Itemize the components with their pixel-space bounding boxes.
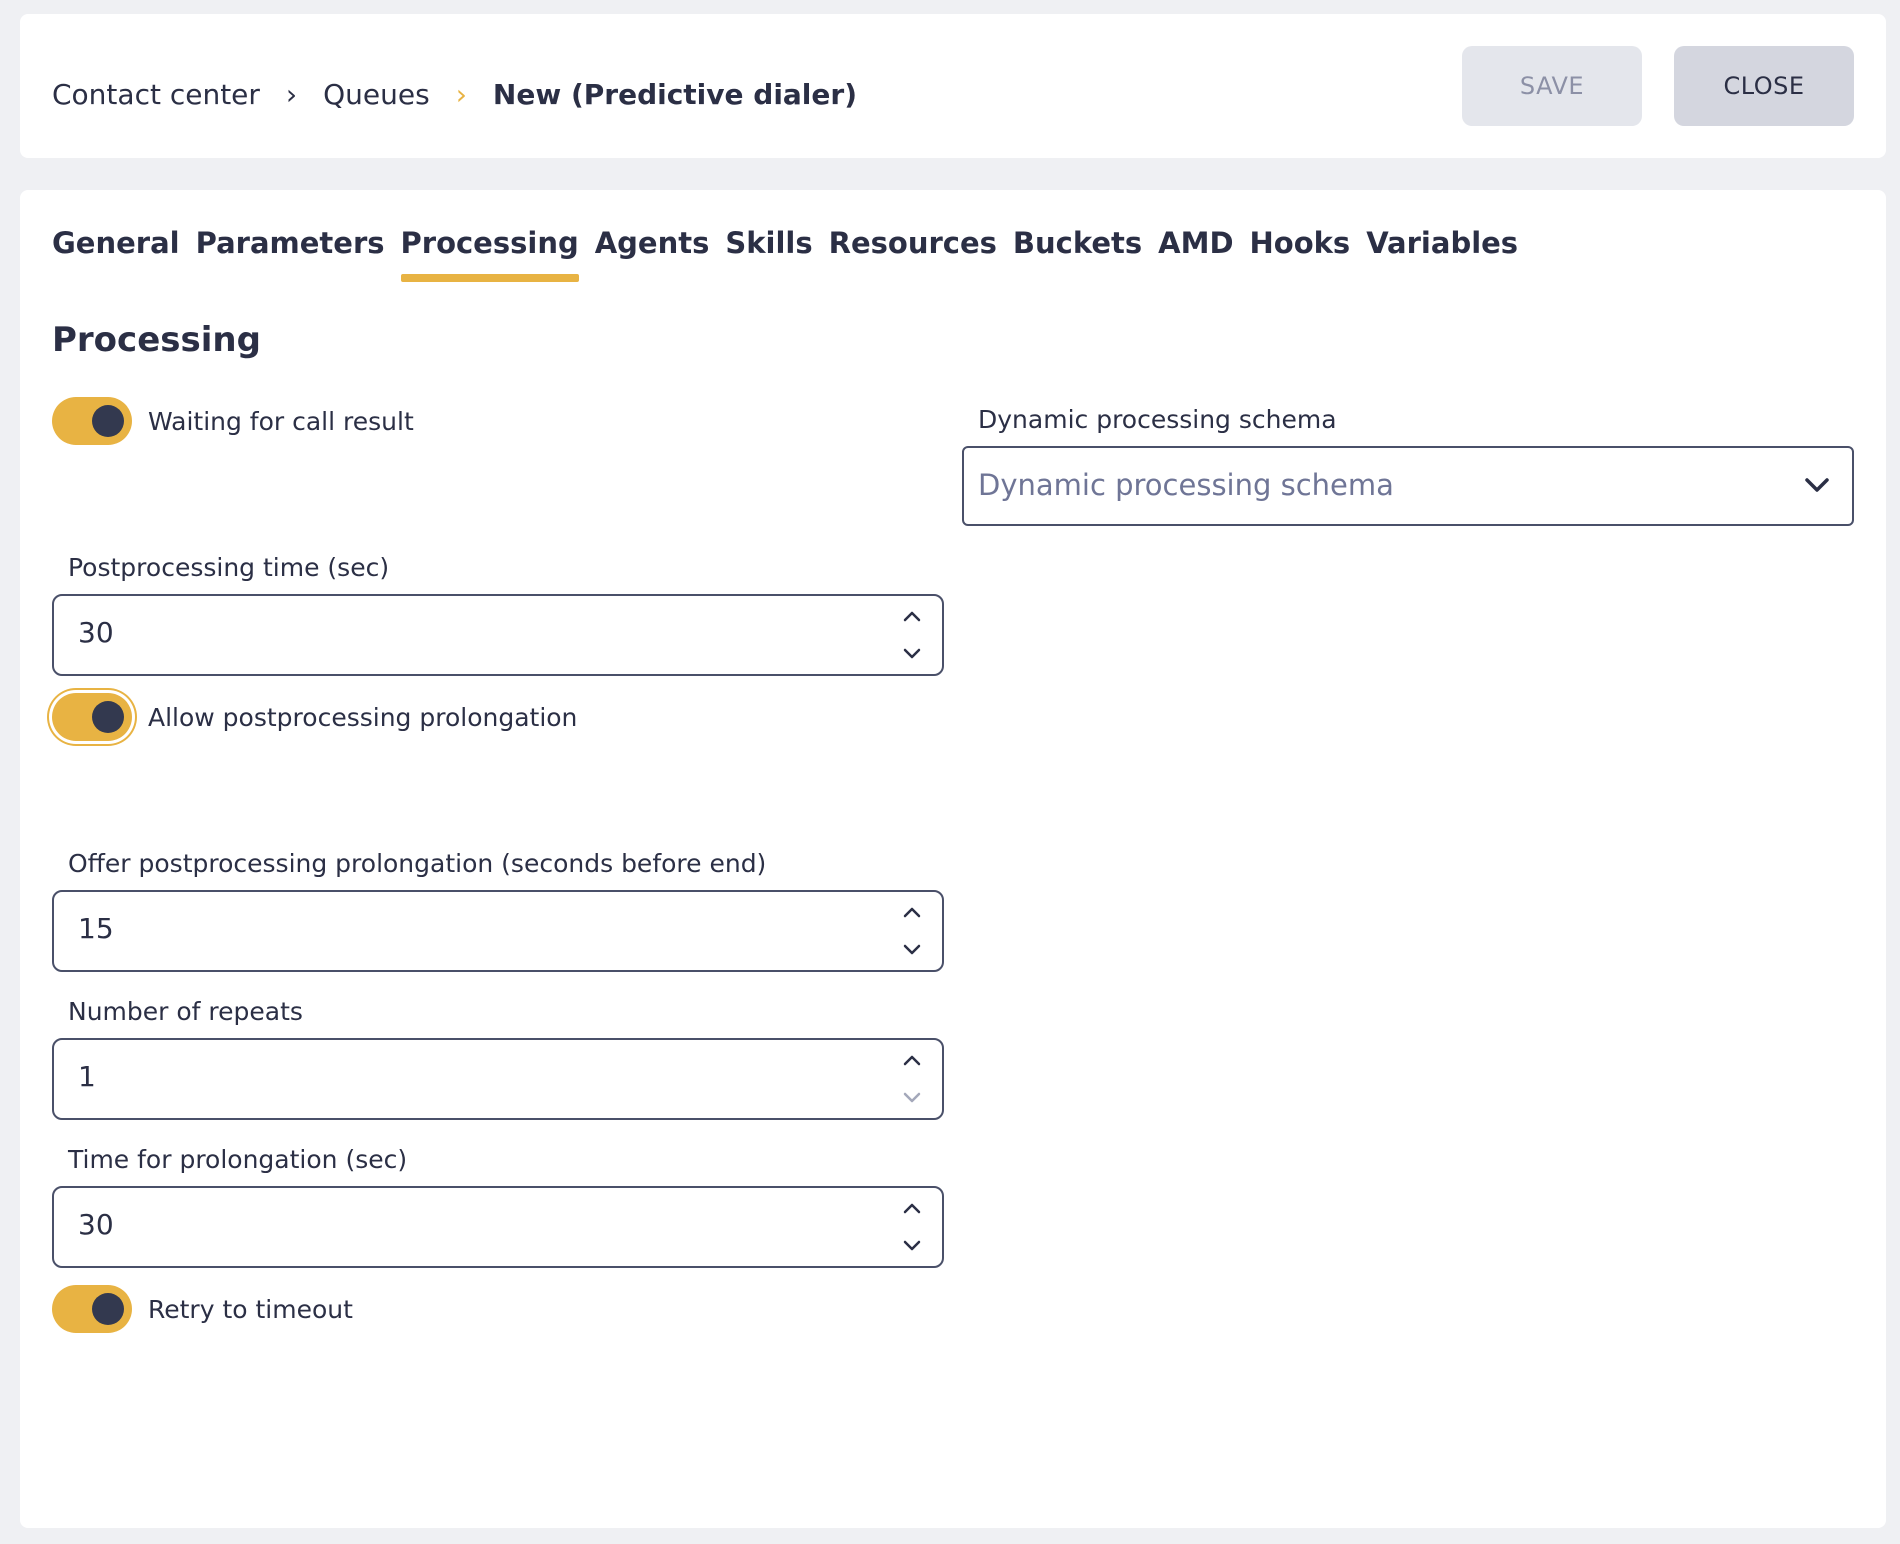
time-for-prolongation-value: 30 (78, 1208, 114, 1241)
offer-prolongation-label: Offer postprocessing prolongation (secon… (68, 849, 767, 878)
tab-bar: General Parameters Processing Agents Ski… (52, 226, 1518, 282)
close-button[interactable]: CLOSE (1674, 46, 1854, 126)
tab-agents[interactable]: Agents (595, 226, 710, 280)
toggle-knob (92, 1293, 124, 1325)
postprocessing-time-label: Postprocessing time (sec) (68, 553, 390, 582)
chevron-down-icon[interactable] (900, 642, 924, 666)
number-of-repeats-input[interactable]: 1 (52, 1038, 944, 1120)
save-button[interactable]: SAVE (1462, 46, 1642, 126)
time-for-prolongation-label: Time for prolongation (sec) (68, 1145, 408, 1174)
waiting-for-call-result-toggle[interactable] (52, 397, 132, 445)
chevron-up-icon[interactable] (900, 604, 924, 628)
offer-prolongation-input[interactable]: 15 (52, 890, 944, 972)
tab-skills[interactable]: Skills (725, 226, 812, 280)
number-of-repeats-label: Number of repeats (68, 997, 303, 1026)
dynamic-schema-placeholder: Dynamic processing schema (978, 468, 1394, 502)
tab-processing[interactable]: Processing (400, 226, 579, 282)
tab-variables[interactable]: Variables (1366, 226, 1518, 280)
retry-to-timeout-label: Retry to timeout (148, 1294, 353, 1324)
allow-prolongation-label: Allow postprocessing prolongation (148, 702, 578, 732)
tab-buckets[interactable]: Buckets (1013, 226, 1142, 280)
waiting-for-call-result-row: Waiting for call result (52, 397, 414, 445)
toggle-knob (92, 701, 124, 733)
breadcrumb-queues[interactable]: Queues (323, 78, 430, 111)
header-bar: Contact center › Queues › New (Predictiv… (20, 14, 1886, 158)
allow-prolongation-toggle[interactable] (52, 693, 132, 741)
tab-resources[interactable]: Resources (829, 226, 997, 280)
chevron-down-icon[interactable] (900, 1234, 924, 1258)
chevron-up-icon[interactable] (900, 1196, 924, 1220)
retry-to-timeout-row: Retry to timeout (52, 1285, 353, 1333)
tab-amd[interactable]: AMD (1158, 226, 1233, 280)
offer-prolongation-value: 15 (78, 912, 114, 945)
allow-prolongation-row: Allow postprocessing prolongation (52, 693, 577, 741)
chevron-down-icon (1804, 476, 1830, 498)
postprocessing-time-input[interactable]: 30 (52, 594, 944, 676)
chevron-down-icon[interactable] (900, 938, 924, 962)
breadcrumb-contact-center[interactable]: Contact center (52, 78, 260, 111)
section-title: Processing (52, 320, 261, 360)
tab-general[interactable]: General (52, 226, 180, 280)
breadcrumb: Contact center › Queues › New (Predictiv… (52, 78, 857, 111)
chevron-up-icon[interactable] (900, 900, 924, 924)
dynamic-schema-label: Dynamic processing schema (978, 405, 1337, 434)
main-panel: General Parameters Processing Agents Ski… (20, 190, 1886, 1528)
tab-hooks[interactable]: Hooks (1250, 226, 1351, 280)
chevron-down-icon (900, 1086, 924, 1110)
tab-parameters[interactable]: Parameters (196, 226, 385, 280)
dynamic-schema-select[interactable]: Dynamic processing schema (962, 446, 1854, 526)
number-of-repeats-value: 1 (78, 1060, 96, 1093)
breadcrumb-separator-icon: › (455, 78, 467, 111)
retry-to-timeout-toggle[interactable] (52, 1285, 132, 1333)
chevron-up-icon[interactable] (900, 1048, 924, 1072)
waiting-for-call-result-label: Waiting for call result (148, 406, 414, 436)
time-for-prolongation-input[interactable]: 30 (52, 1186, 944, 1268)
toggle-knob (92, 405, 124, 437)
breadcrumb-separator-icon: › (285, 78, 298, 111)
breadcrumb-current: New (Predictive dialer) (492, 78, 858, 111)
postprocessing-time-value: 30 (78, 616, 114, 649)
